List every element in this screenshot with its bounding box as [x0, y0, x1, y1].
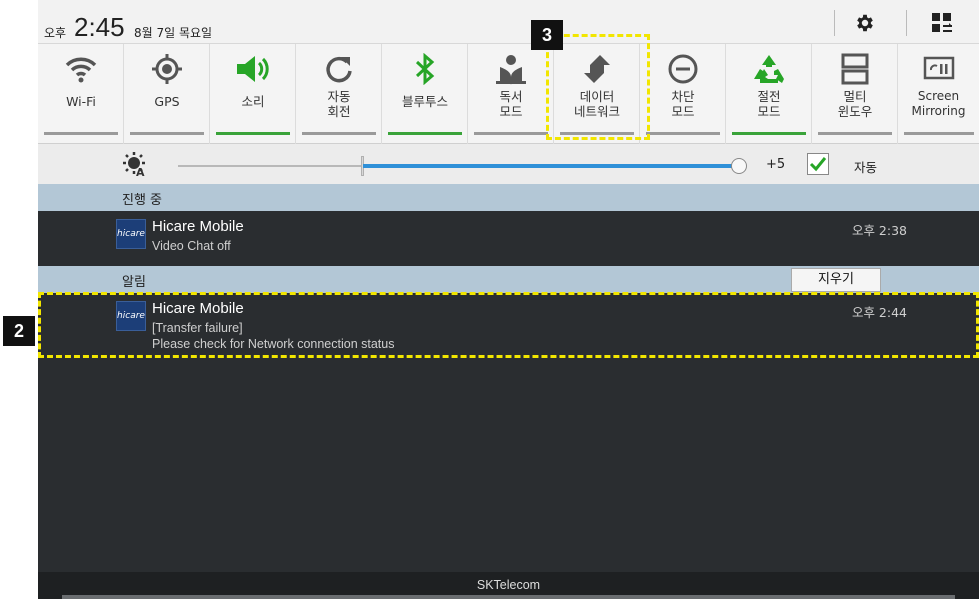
tile-label: 소리 — [241, 94, 265, 109]
reading-mode-icon — [468, 52, 554, 86]
hicare-app-icon: hicare — [116, 219, 146, 249]
clear-button[interactable]: 지우기 — [791, 268, 881, 292]
notification-text: Video Chat off — [152, 239, 231, 253]
tile-multi-window[interactable]: 멀티 윈도우 — [812, 44, 898, 144]
status-ampm: 오후 — [44, 26, 67, 40]
tile-indicator — [44, 132, 118, 135]
brightness-track[interactable] — [178, 165, 363, 167]
notifications-header: 알림 지우기 — [38, 266, 979, 293]
callout-3: 3 — [531, 20, 563, 50]
carrier-footer: SKTelecom — [38, 572, 979, 599]
power-saving-icon — [726, 52, 812, 86]
ongoing-header: 진행 중 — [38, 184, 979, 211]
panel-drag-handle[interactable] — [62, 595, 955, 599]
divider — [834, 10, 835, 36]
checkmark-icon — [809, 157, 827, 172]
auto-brightness-checkbox[interactable] — [807, 153, 829, 175]
gps-icon — [124, 52, 210, 86]
tile-indicator — [904, 132, 974, 135]
brightness-slider-thumb[interactable] — [731, 158, 747, 174]
carrier-name: SKTelecom — [476, 578, 541, 592]
tile-label: 독서 모드 — [499, 89, 523, 119]
sound-icon — [210, 52, 296, 86]
wifi-icon — [38, 52, 124, 86]
brightness-track-filled[interactable] — [362, 164, 736, 168]
status-bar: 오후 2:45 8월 7일 목요일 — [38, 0, 979, 44]
tile-bluetooth[interactable]: 블루투스 — [382, 44, 468, 144]
tile-indicator — [646, 132, 720, 135]
tile-reading-mode[interactable]: 독서 모드 — [468, 44, 554, 144]
tile-label: Wi-Fi — [66, 94, 96, 109]
tile-label: 절전 모드 — [757, 89, 781, 119]
tile-indicator — [216, 132, 290, 135]
notifications-header-label: 알림 — [122, 275, 146, 290]
quick-panel-edit-icon[interactable] — [931, 12, 953, 38]
tile-indicator — [474, 132, 548, 135]
status-date: 8월 7일 목요일 — [134, 26, 213, 40]
tile-wifi[interactable]: Wi-Fi — [38, 44, 124, 144]
tile-indicator — [388, 132, 462, 135]
notification-title: Hicare Mobile — [152, 218, 244, 235]
tile-indicator — [302, 132, 376, 135]
notification-time: 오후 2:38 — [851, 223, 907, 238]
tile-indicator — [732, 132, 806, 135]
tile-label: GPS — [154, 94, 180, 109]
status-time: 2:45 — [74, 12, 125, 42]
brightness-row: A +5 자동 — [38, 144, 979, 184]
tile-indicator — [818, 132, 892, 135]
settings-gear-icon[interactable] — [854, 12, 876, 38]
tile-label: 자동 회전 — [327, 89, 351, 119]
tile-label: Screen Mirroring — [911, 89, 966, 118]
blocking-mode-icon — [640, 52, 726, 86]
callout-2: 2 — [3, 316, 35, 346]
tile-blocking-mode[interactable]: 차단 모드 — [640, 44, 726, 144]
tile-label: 멀티 윈도우 — [837, 89, 873, 119]
brightness-value: +5 — [766, 157, 786, 172]
tile-label: 차단 모드 — [671, 89, 695, 119]
auto-rotate-icon — [296, 52, 382, 86]
auto-brightness-icon: A — [122, 151, 148, 181]
tile-label: 블루투스 — [401, 94, 448, 109]
divider — [906, 10, 907, 36]
svg-text:A: A — [136, 166, 145, 177]
tile-indicator — [130, 132, 204, 135]
tile-gps[interactable]: GPS — [124, 44, 210, 144]
tile-screen-mirroring[interactable]: Screen Mirroring — [898, 44, 979, 144]
highlight-box-2 — [38, 292, 979, 358]
screen-mirroring-icon — [898, 52, 979, 86]
ongoing-header-label: 진행 중 — [122, 193, 163, 208]
tile-auto-rotate[interactable]: 자동 회전 — [296, 44, 382, 144]
tile-power-saving[interactable]: 절전 모드 — [726, 44, 812, 144]
bluetooth-icon — [382, 52, 468, 86]
auto-brightness-label: 자동 — [854, 160, 878, 175]
ongoing-notification[interactable]: hicare Hicare Mobile Video Chat off 오후 2… — [38, 211, 979, 266]
tile-sound[interactable]: 소리 — [210, 44, 296, 144]
quick-settings: Wi-Fi GPS 소리 자동 회전 블루투스 독서 모드 데이터 네트워크 차… — [38, 44, 979, 144]
multi-window-icon — [812, 52, 898, 86]
